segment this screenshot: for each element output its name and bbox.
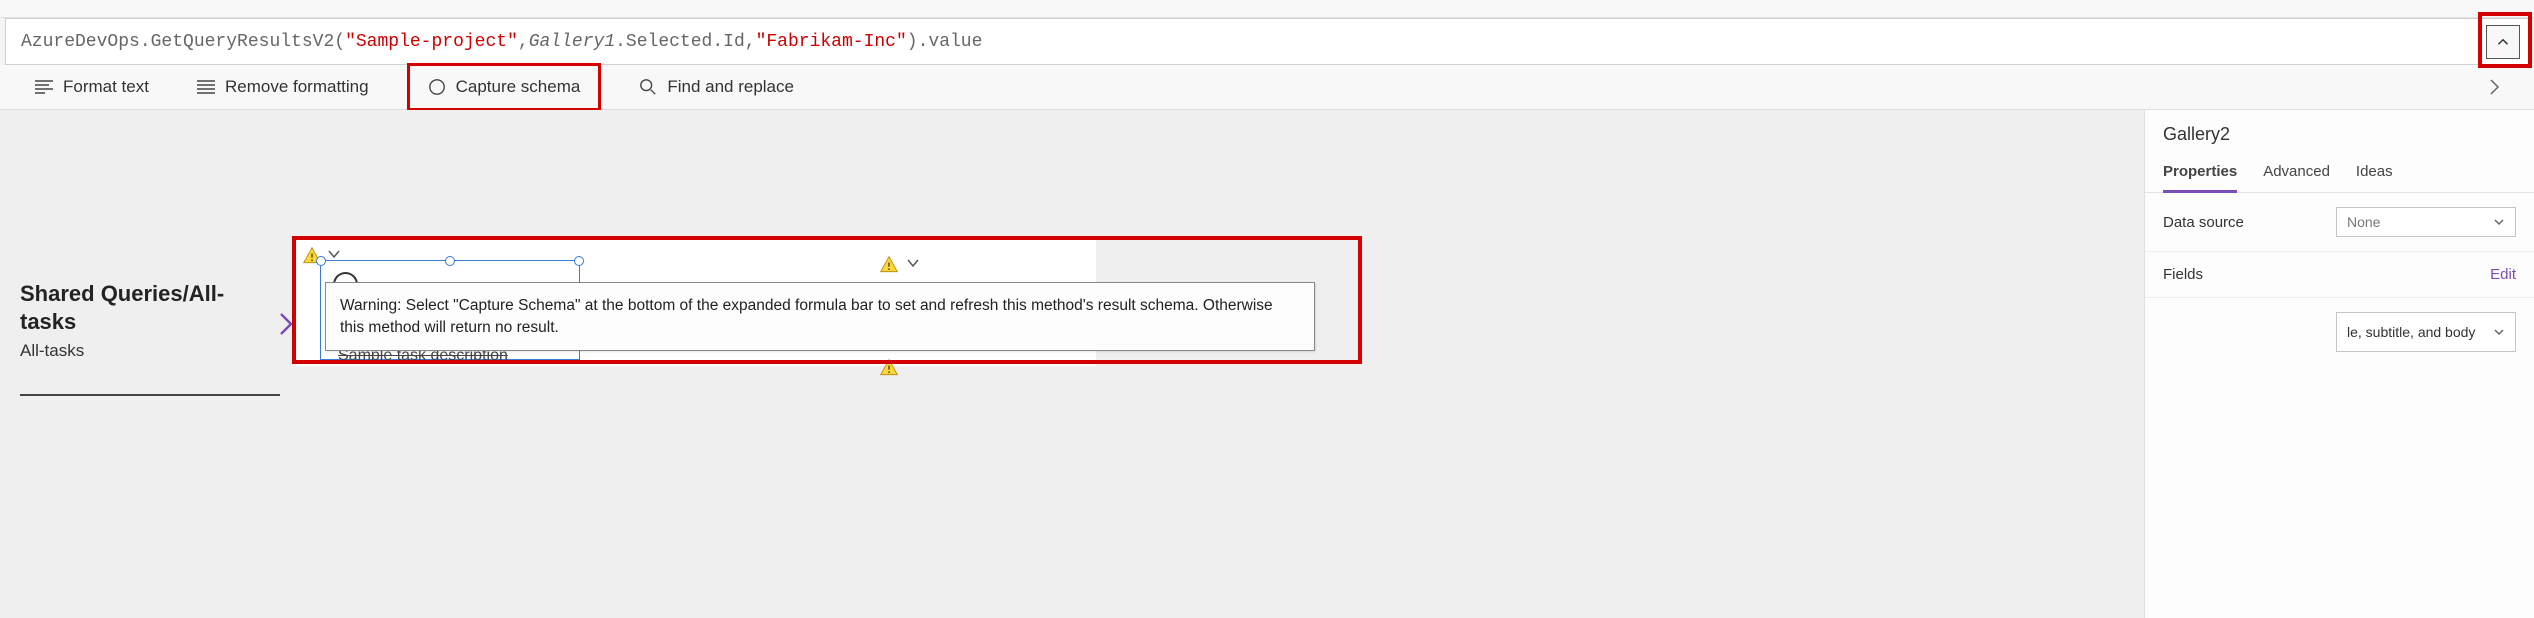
data-source-label: Data source bbox=[2163, 214, 2244, 231]
resize-handle[interactable] bbox=[445, 256, 455, 266]
main-area: Shared Queries/All- tasks All-tasks Samp… bbox=[0, 110, 2534, 618]
left-subtitle: All-tasks bbox=[20, 341, 280, 361]
chevron-down-icon bbox=[2493, 216, 2505, 228]
resize-handle[interactable] bbox=[574, 256, 584, 266]
chevron-down-icon[interactable] bbox=[905, 254, 921, 277]
layout-row: le, subtitle, and body bbox=[2145, 298, 2534, 366]
canvas-area[interactable]: Shared Queries/All- tasks All-tasks Samp… bbox=[0, 110, 2144, 618]
toolbar-more-button[interactable] bbox=[2479, 72, 2509, 102]
formula-fn: AzureDevOps.GetQueryResultsV2( bbox=[21, 32, 345, 52]
layout-value: le, subtitle, and body bbox=[2347, 324, 2475, 340]
remove-formatting-label: Remove formatting bbox=[225, 77, 369, 97]
formula-comma: , bbox=[518, 32, 529, 52]
properties-panel: Gallery2 Properties Advanced Ideas Data … bbox=[2144, 110, 2534, 618]
layout-select[interactable]: le, subtitle, and body bbox=[2336, 312, 2516, 352]
capture-schema-label: Capture schema bbox=[456, 77, 581, 97]
left-title: Shared Queries/All- tasks bbox=[20, 280, 280, 335]
edit-fields-link[interactable]: Edit bbox=[2490, 266, 2516, 283]
warning-icon bbox=[879, 358, 899, 378]
capture-schema-icon bbox=[428, 78, 446, 96]
formula-text[interactable]: AzureDevOps.GetQueryResultsV2("Sample-pr… bbox=[21, 32, 2486, 52]
format-text-label: Format text bbox=[63, 77, 149, 97]
collapse-formula-button[interactable] bbox=[2486, 25, 2520, 59]
remove-formatting-button[interactable]: Remove formatting bbox=[187, 71, 379, 103]
left-title-line2: tasks bbox=[20, 309, 76, 334]
panel-title: Gallery2 bbox=[2145, 110, 2534, 155]
data-source-value: None bbox=[2347, 214, 2380, 230]
divider bbox=[20, 394, 280, 396]
formula-bar[interactable]: AzureDevOps.GetQueryResultsV2("Sample-pr… bbox=[5, 18, 2529, 65]
capture-schema-button[interactable]: Capture schema bbox=[407, 63, 602, 111]
warning-tooltip: Warning: Select "Capture Schema" at the … bbox=[325, 282, 1315, 351]
top-bar bbox=[0, 0, 2534, 18]
chevron-down-icon bbox=[2493, 326, 2505, 338]
data-source-select[interactable]: None bbox=[2336, 207, 2516, 237]
tab-ideas[interactable]: Ideas bbox=[2356, 155, 2393, 192]
left-gallery-item[interactable]: Shared Queries/All- tasks All-tasks bbox=[20, 280, 280, 361]
format-text-icon bbox=[35, 78, 53, 96]
chevron-up-icon bbox=[2494, 33, 2512, 51]
find-replace-label: Find and replace bbox=[667, 77, 794, 97]
formula-str2: "Fabrikam-Inc" bbox=[756, 32, 907, 52]
resize-handle[interactable] bbox=[316, 256, 326, 266]
left-title-line1: Shared Queries/All- bbox=[20, 281, 224, 306]
formula-toolbar: Format text Remove formatting Capture sc… bbox=[0, 65, 2534, 110]
formula-selected: .Selected.Id, bbox=[615, 32, 755, 52]
remove-formatting-icon bbox=[197, 78, 215, 96]
fields-row: Fields Edit bbox=[2145, 252, 2534, 298]
data-source-row: Data source None bbox=[2145, 193, 2534, 252]
find-replace-button[interactable]: Find and replace bbox=[629, 71, 804, 103]
formula-gallery-ref: Gallery1 bbox=[529, 32, 615, 52]
warning-icon bbox=[879, 255, 899, 275]
format-text-button[interactable]: Format text bbox=[25, 71, 159, 103]
search-icon bbox=[639, 78, 657, 96]
tabs-bar: Properties Advanced Ideas bbox=[2145, 155, 2534, 193]
fields-label: Fields bbox=[2163, 266, 2203, 283]
chevron-right-icon[interactable] bbox=[277, 310, 295, 345]
tab-properties[interactable]: Properties bbox=[2163, 155, 2237, 192]
chevron-right-icon bbox=[2487, 76, 2501, 98]
formula-str1: "Sample-project" bbox=[345, 32, 518, 52]
formula-after: ).value bbox=[907, 32, 983, 52]
tab-advanced[interactable]: Advanced bbox=[2263, 155, 2330, 192]
